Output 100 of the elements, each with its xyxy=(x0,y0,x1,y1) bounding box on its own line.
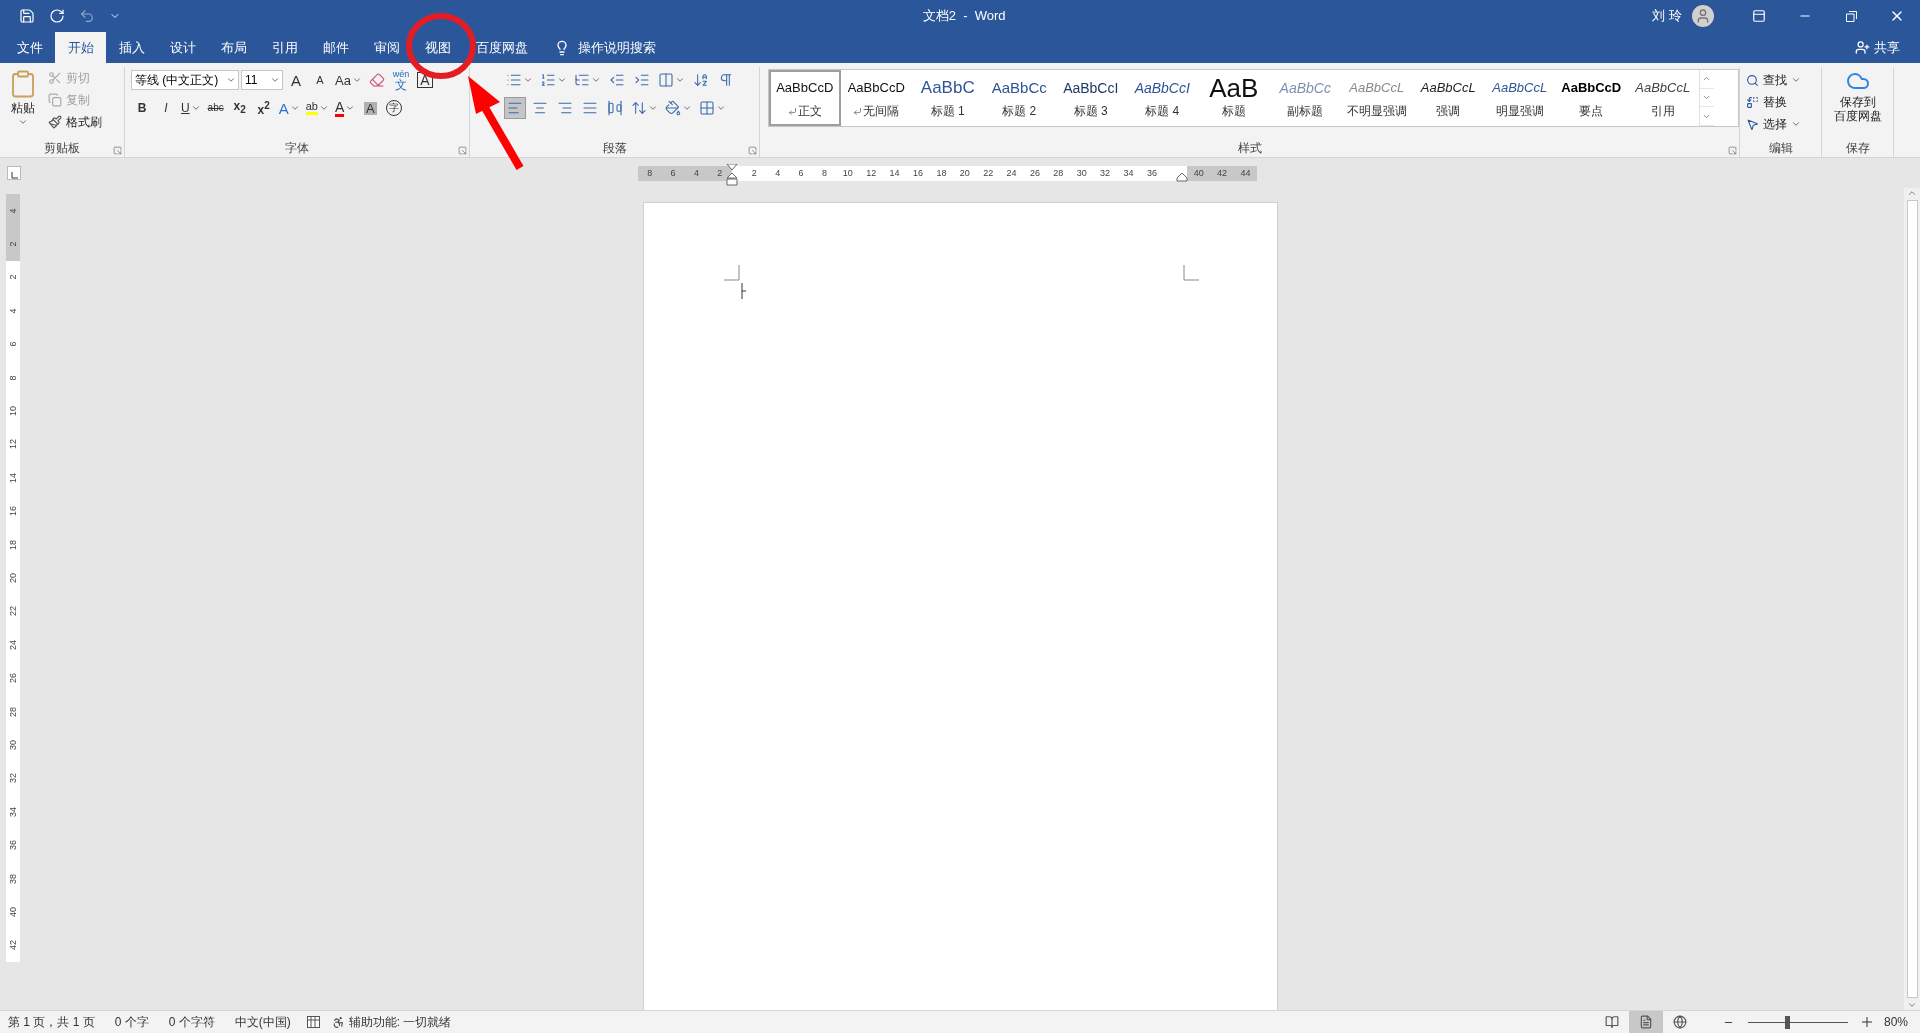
group-label: 保存 xyxy=(1844,140,1871,157)
ribbon-tab[interactable]: 插入 xyxy=(106,32,157,63)
dropdown-caret-icon xyxy=(1791,119,1801,129)
font-color-button[interactable]: A xyxy=(332,97,358,119)
tell-me-search[interactable]: 操作说明搜索 xyxy=(578,38,656,57)
dropdown-caret-icon xyxy=(18,117,28,127)
chevron-down-icon xyxy=(1702,93,1711,102)
paragraph-mark-icon xyxy=(718,72,734,88)
decrease-indent-icon xyxy=(609,72,625,88)
bold-button[interactable]: B xyxy=(131,97,153,119)
underline-button[interactable]: U xyxy=(179,97,203,119)
margin-corner-mark xyxy=(1183,265,1199,281)
share-button[interactable]: 共享 xyxy=(1849,32,1906,63)
find-button[interactable]: 查找 xyxy=(1744,69,1803,91)
group-label: 字体 xyxy=(284,140,310,157)
scroll-up-icon xyxy=(1907,188,1917,198)
line-spacing-icon xyxy=(631,100,647,116)
painter-button[interactable]: 格式刷 xyxy=(46,111,104,133)
undo-icon xyxy=(79,8,95,24)
ribbon-tab[interactable]: 邮件 xyxy=(310,32,361,63)
scissors-icon xyxy=(48,71,62,85)
align-right-icon xyxy=(557,100,573,116)
zoom-slider-thumb[interactable] xyxy=(1784,1015,1790,1029)
text-cursor-icon xyxy=(741,283,747,299)
user-name: 刘 玲 xyxy=(1652,7,1682,25)
ribbon-tab[interactable]: 布局 xyxy=(208,32,259,63)
restore-icon xyxy=(1845,10,1857,22)
dialog-launcher-button[interactable] xyxy=(113,146,122,155)
character-shading-button[interactable]: A xyxy=(359,97,382,119)
scroll-down-icon xyxy=(1907,1000,1917,1010)
dropdown-caret-icon xyxy=(675,75,685,85)
align-left-button[interactable] xyxy=(504,97,526,119)
dialog-launcher-button[interactable] xyxy=(458,146,467,155)
scrollbar-thumb[interactable] xyxy=(1906,200,1918,998)
ribbon-tab[interactable]: 视图 xyxy=(412,32,463,63)
launcher-icon xyxy=(748,146,757,155)
subscript-button[interactable]: x$_{2}$ xyxy=(228,97,251,119)
dropdown-caret-icon xyxy=(318,103,329,113)
ribbon-tab[interactable]: 百度网盘 xyxy=(463,32,540,63)
ribbon-tab[interactable]: 开始 xyxy=(55,32,106,63)
italic-button[interactable]: I xyxy=(155,97,177,119)
align-left-icon xyxy=(507,100,523,116)
dropdown-caret-icon xyxy=(716,103,726,113)
left-tab-icon xyxy=(10,172,18,179)
launcher-icon xyxy=(113,146,122,155)
tab-selector-button[interactable] xyxy=(7,166,21,180)
dropdown-caret-icon xyxy=(648,103,658,113)
plus-icon xyxy=(1861,1017,1872,1027)
grow-font-button[interactable]: A xyxy=(285,69,307,91)
phonetic-guide-button[interactable]: wén 文 xyxy=(389,69,412,91)
indent-marker-icon xyxy=(726,163,738,188)
ribbon-tab[interactable]: 审阅 xyxy=(361,32,412,63)
replace-button[interactable]: 替换 xyxy=(1744,91,1803,113)
vertical-scrollbar[interactable] xyxy=(1904,188,1920,1010)
paste-button[interactable]: 粘贴 xyxy=(4,67,42,139)
increase-indent-icon xyxy=(634,72,650,88)
highlight-button[interactable]: ab xyxy=(303,97,331,119)
format-painter-icon xyxy=(48,115,62,129)
copy-icon xyxy=(48,93,62,107)
dropdown-caret-icon xyxy=(557,75,567,85)
dropdown-caret-icon xyxy=(591,75,601,85)
save-to-cloud-button[interactable]: 保存到 百度网盘 xyxy=(1829,67,1886,139)
dropdown-caret-icon xyxy=(351,75,362,85)
redo-icon xyxy=(49,8,65,24)
dialog-launcher-button[interactable] xyxy=(1728,146,1737,155)
font-size-field[interactable]: 11 xyxy=(241,70,283,90)
select-button[interactable]: 选择 xyxy=(1744,113,1803,135)
dropdown-caret-icon xyxy=(1791,75,1801,85)
status-text: 0 个字 xyxy=(114,1013,149,1031)
group-label: 段落 xyxy=(601,140,628,157)
borders-icon xyxy=(699,100,715,116)
zoom-level-button[interactable]: 80% xyxy=(1877,1015,1914,1029)
asian-layout-icon xyxy=(658,72,674,88)
font-name-field[interactable]: 等线 (中文正文) xyxy=(131,70,239,90)
distribute-icon xyxy=(607,100,623,116)
print-layout-button[interactable] xyxy=(1628,1011,1663,1033)
lightbulb-icon xyxy=(554,39,570,56)
dialog-launcher-button[interactable] xyxy=(748,146,757,155)
ribbon-tab[interactable]: 设计 xyxy=(157,32,208,63)
style-item[interactable]: AaBbCcD 正文 xyxy=(769,70,841,126)
accessibility-button[interactable]: 辅助功能: 一切就绪 xyxy=(325,1013,458,1031)
status-text: 中文(中国) xyxy=(234,1013,291,1031)
ribbon-tab[interactable]: 引用 xyxy=(259,32,310,63)
search-icon xyxy=(1746,73,1759,87)
ribbon-tab[interactable]: 文件 xyxy=(4,32,55,63)
pointer-icon xyxy=(1746,117,1759,131)
web-layout-icon xyxy=(1672,1015,1687,1029)
save-icon xyxy=(19,8,35,24)
eraser-icon xyxy=(368,72,385,88)
change-case-button[interactable]: Aa xyxy=(333,69,364,91)
sort-icon xyxy=(693,72,709,88)
dropdown-caret-icon xyxy=(523,75,533,85)
text-effects-button[interactable]: A xyxy=(276,97,302,119)
avatar-icon[interactable] xyxy=(1692,5,1714,27)
strikethrough-button[interactable]: abc xyxy=(204,97,227,119)
launcher-icon xyxy=(458,146,467,155)
dropdown-caret-icon xyxy=(226,75,236,85)
shrink-font-button[interactable]: A xyxy=(309,69,331,91)
launcher-icon xyxy=(1728,146,1737,155)
superscript-button[interactable]: x$^{2}$ xyxy=(252,97,275,119)
